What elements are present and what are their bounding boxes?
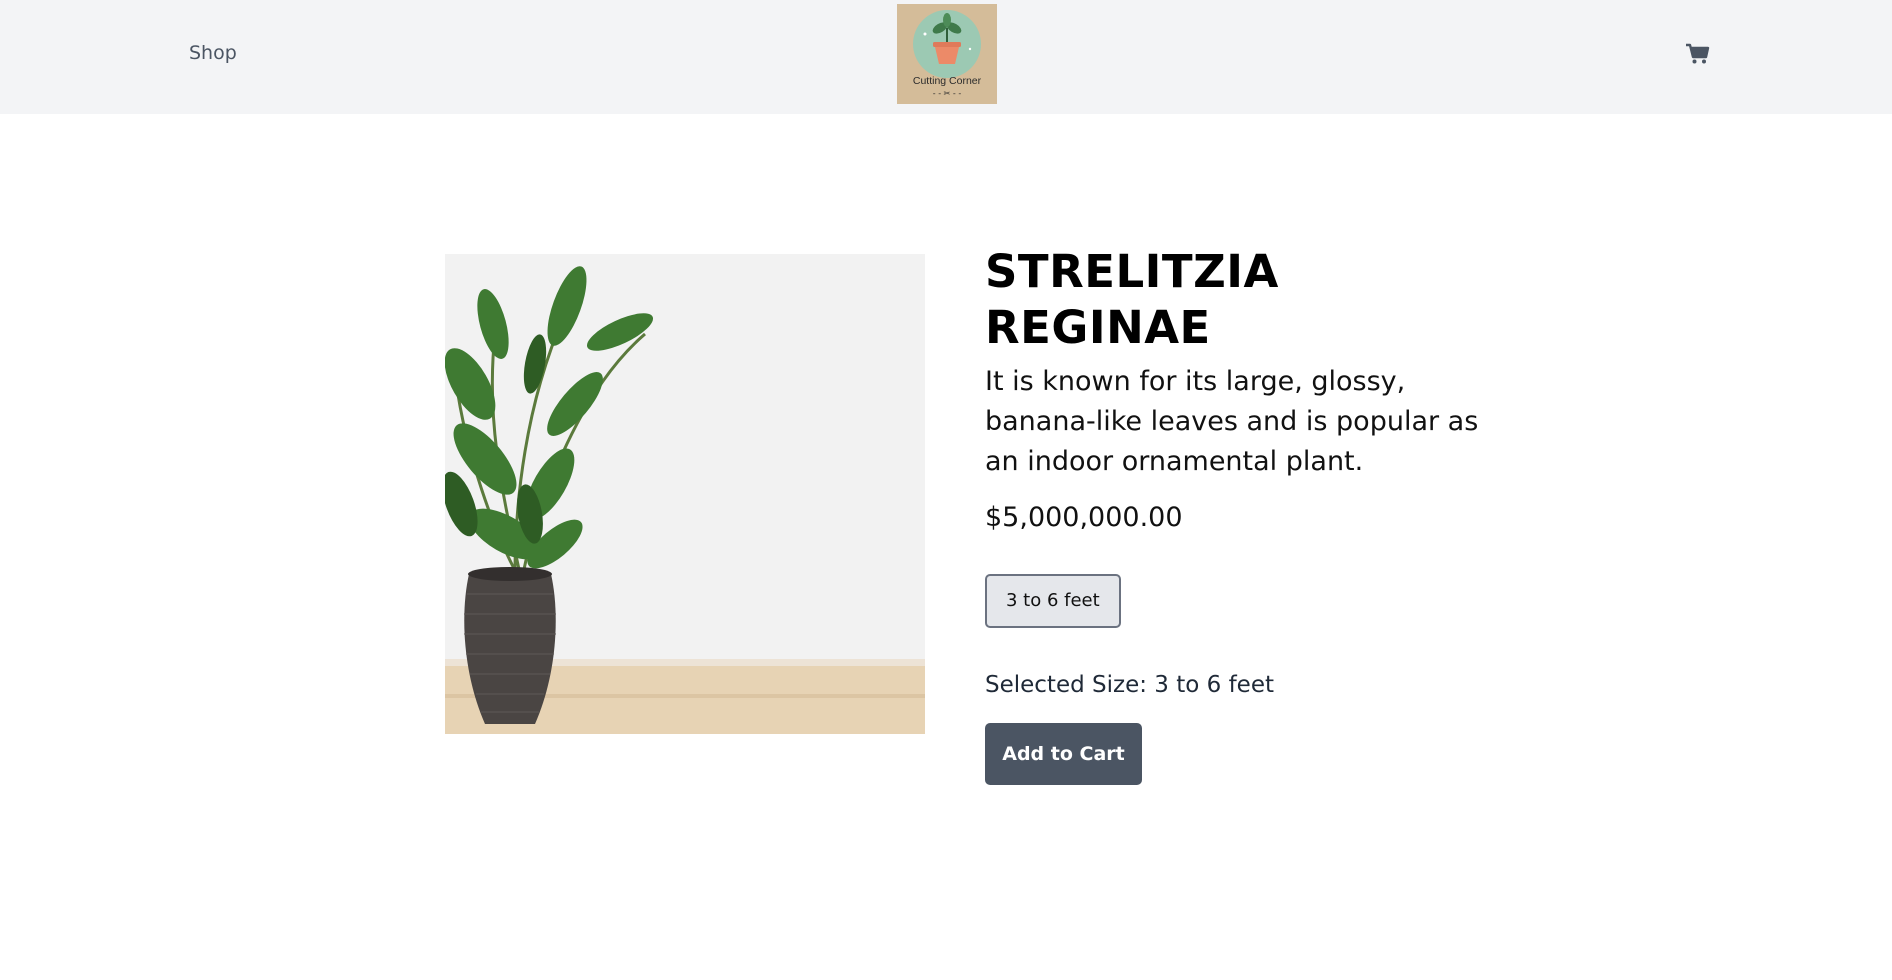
navbar: Shop Cutting Corner - - ✂ - - [0,0,1892,114]
size-option-button[interactable]: 3 to 6 feet [985,574,1121,628]
shopping-cart-icon[interactable] [1685,43,1710,65]
svg-text:- - ✂ - -: - - ✂ - - [933,89,962,98]
logo-plant-icon: Cutting Corner - - ✂ - - [897,4,997,104]
product-details: STRELITZIA REGINAE It is known for its l… [985,244,1505,785]
product-title: STRELITZIA REGINAE [985,245,1279,354]
logo[interactable]: Cutting Corner - - ✂ - - [897,4,997,104]
product-price: $5,000,000.00 [985,502,1183,533]
add-to-cart-button[interactable]: Add to Cart [985,723,1142,785]
selected-size-label: Selected Size: 3 to 6 feet [985,672,1274,698]
logo-text: Cutting Corner [913,75,982,87]
product-image [445,254,925,734]
nav-shop-link[interactable]: Shop [189,42,237,64]
product-description: It is known for its large, glossy, banan… [985,366,1479,477]
